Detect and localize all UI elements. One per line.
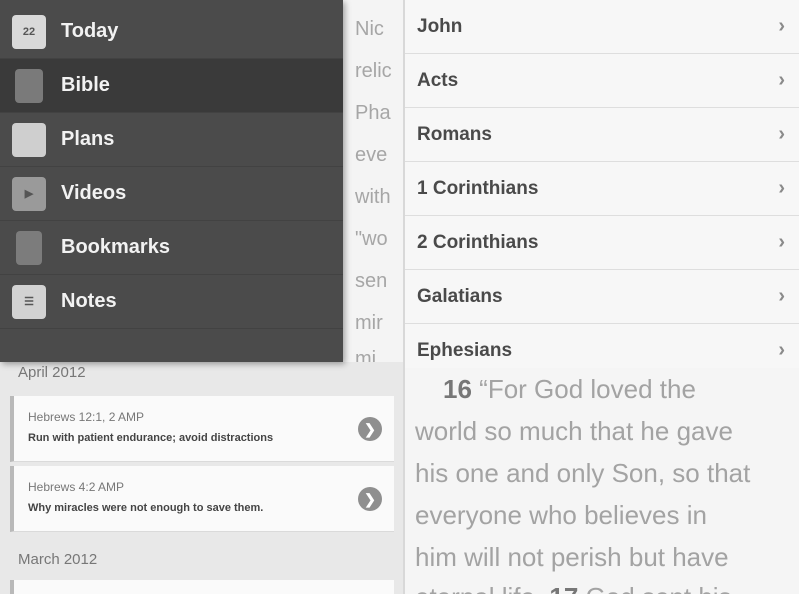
book-name: John bbox=[417, 15, 463, 37]
menu-item-notes[interactable]: ☰ Notes bbox=[0, 275, 343, 329]
verse-text: God sent his bbox=[586, 582, 732, 594]
verse-text: “For God loved the bbox=[479, 374, 696, 404]
book-name: Romans bbox=[417, 123, 492, 145]
peek-line: mi bbox=[355, 348, 377, 362]
verse-line: eternal life. 17 God sent his bbox=[415, 582, 732, 594]
bookmark-entry[interactable]: Hebrews 12:1, 2 AMP Run with patient end… bbox=[10, 396, 394, 462]
notes-icon: ☰ bbox=[12, 284, 46, 319]
chevron-right-icon: › bbox=[778, 285, 785, 307]
verse-reader: 16 “For God loved the world so much that… bbox=[403, 368, 799, 594]
verse-number: 16 bbox=[443, 374, 472, 404]
book-name: Ephesians bbox=[417, 339, 513, 361]
bookmark-description: Run with patient endurance; avoid distra… bbox=[28, 432, 274, 444]
menu-item-label: Plans bbox=[61, 128, 115, 150]
chevron-right-icon: › bbox=[778, 339, 785, 361]
menu-item-bible[interactable]: Bible bbox=[0, 59, 343, 113]
book-row-ephesians[interactable]: Ephesians › bbox=[405, 324, 799, 368]
menu-item-label: Notes bbox=[61, 290, 117, 312]
video-icon: ▶ bbox=[12, 176, 46, 211]
bookmark-description: Why miracles were not enough to save the… bbox=[28, 502, 264, 514]
book-row-1-corinthians[interactable]: 1 Corinthians › bbox=[405, 162, 799, 216]
book-name: 2 Corinthians bbox=[417, 231, 539, 253]
menu-item-label: Today bbox=[61, 20, 119, 42]
month-header: April 2012 bbox=[18, 364, 86, 381]
book-row-2-corinthians[interactable]: 2 Corinthians › bbox=[405, 216, 799, 270]
verse-number: 17 bbox=[549, 582, 578, 594]
peek-line: sen bbox=[355, 270, 388, 292]
bookmark-icon bbox=[16, 230, 42, 265]
menu-item-videos[interactable]: ▶ Videos bbox=[0, 167, 343, 221]
menu-item-plans[interactable]: Plans bbox=[0, 113, 343, 167]
menu-item-label: Videos bbox=[61, 182, 127, 204]
peek-line: mir bbox=[355, 312, 383, 334]
chevron-right-icon: › bbox=[778, 69, 785, 91]
side-menu: 22 Today Bible Plans ▶ Videos Bookmarks … bbox=[0, 0, 343, 362]
book-name: Acts bbox=[417, 69, 459, 91]
disclosure-arrow-icon[interactable]: ❯ bbox=[358, 487, 382, 511]
book-row-acts[interactable]: Acts › bbox=[405, 54, 799, 108]
month-header: March 2012 bbox=[18, 551, 98, 568]
menu-item-label: Bible bbox=[61, 74, 110, 96]
bookmarks-panel: April 2012 Hebrews 12:1, 2 AMP Run with … bbox=[0, 362, 403, 594]
bookmark-reference: Hebrews 4:2 AMP bbox=[28, 480, 125, 494]
chevron-right-icon: › bbox=[778, 231, 785, 253]
verse-line: his one and only Son, so that bbox=[415, 458, 751, 488]
menu-item-today[interactable]: 22 Today bbox=[0, 5, 343, 59]
chevron-right-icon: › bbox=[778, 177, 785, 199]
verse-line: everyone who believes in bbox=[415, 500, 707, 530]
verse-line: world so much that he gave bbox=[415, 416, 733, 446]
peek-line: eve bbox=[355, 144, 388, 166]
book-icon bbox=[15, 68, 43, 103]
bookmark-reference: Hebrews 12:1, 2 AMP bbox=[28, 410, 145, 424]
bookmark-entry[interactable]: Hebrews 4:2 AMP Why miracles were not en… bbox=[10, 466, 394, 532]
peek-line: relic bbox=[355, 60, 392, 82]
book-name: Galatians bbox=[417, 285, 503, 307]
menu-item-bookmarks[interactable]: Bookmarks bbox=[0, 221, 343, 275]
peek-line: Nic bbox=[355, 18, 384, 40]
bookmark-entry-partial[interactable] bbox=[10, 580, 394, 594]
book-name: 1 Corinthians bbox=[417, 177, 539, 199]
reading-text-peek: Nic relic Pha eve with "wo sen mir mi bbox=[343, 0, 403, 362]
book-row-romans[interactable]: Romans › bbox=[405, 108, 799, 162]
book-row-galatians[interactable]: Galatians › bbox=[405, 270, 799, 324]
verse-text: eternal life. bbox=[415, 582, 542, 594]
menu-item-label: Bookmarks bbox=[61, 236, 170, 258]
plans-icon bbox=[12, 122, 46, 157]
chevron-right-icon: › bbox=[778, 15, 785, 37]
disclosure-arrow-icon[interactable]: ❯ bbox=[358, 417, 382, 441]
book-row-john[interactable]: John › bbox=[405, 0, 799, 54]
peek-line: Pha bbox=[355, 102, 391, 124]
book-list: John › Acts › Romans › 1 Corinthians › 2… bbox=[403, 0, 799, 368]
verse-line: him will not perish but have bbox=[415, 542, 729, 572]
calendar-icon: 22 bbox=[12, 14, 46, 49]
peek-line: "wo bbox=[355, 228, 388, 250]
chevron-right-icon: › bbox=[778, 123, 785, 145]
peek-line: with bbox=[355, 186, 391, 208]
verse-line: 16 “For God loved the bbox=[443, 374, 696, 405]
